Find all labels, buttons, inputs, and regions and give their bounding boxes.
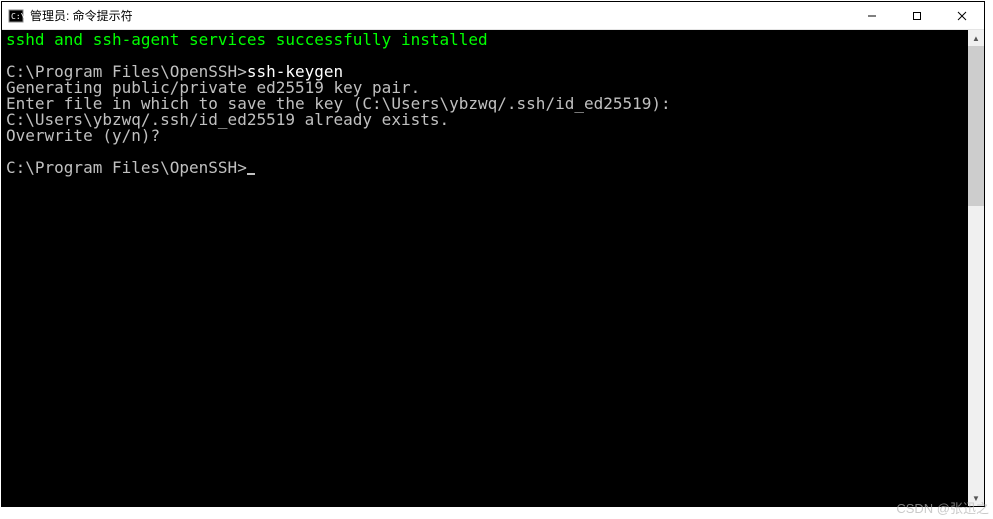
minimize-button[interactable] <box>849 2 894 29</box>
cmd-icon: C:\ <box>8 8 24 24</box>
output-line-success: sshd and ssh-agent services successfully… <box>6 32 964 48</box>
window-title: 管理员: 命令提示符 <box>30 7 849 24</box>
window-controls <box>849 2 984 29</box>
cursor <box>247 173 255 175</box>
vertical-scrollbar[interactable]: ▲ ▼ <box>968 30 984 506</box>
maximize-button[interactable] <box>894 2 939 29</box>
scroll-down-icon[interactable]: ▼ <box>968 490 984 506</box>
scroll-up-icon[interactable]: ▲ <box>968 30 984 46</box>
cmd-window: C:\ 管理员: 命令提示符 sshd and ssh-agent servic… <box>1 1 985 507</box>
terminal-area: sshd and ssh-agent services successfully… <box>2 30 984 506</box>
scrollbar-thumb[interactable] <box>968 46 984 206</box>
svg-text:C:\: C:\ <box>11 12 24 21</box>
close-button[interactable] <box>939 2 984 29</box>
prompt-line-2: C:\Program Files\OpenSSH> <box>6 160 964 176</box>
terminal-content[interactable]: sshd and ssh-agent services successfully… <box>2 30 968 506</box>
output-line-overwrite: Overwrite (y/n)? <box>6 128 964 144</box>
prompt-text-2: C:\Program Files\OpenSSH> <box>6 158 247 177</box>
titlebar[interactable]: C:\ 管理员: 命令提示符 <box>2 2 984 30</box>
